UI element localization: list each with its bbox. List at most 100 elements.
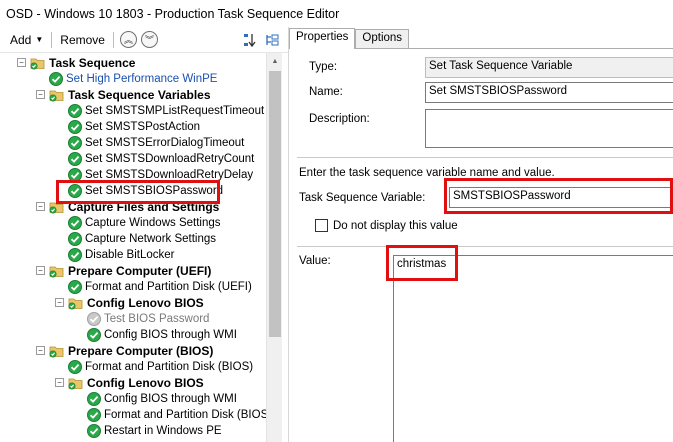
remove-button-label: Remove bbox=[60, 32, 105, 47]
folder-icon bbox=[49, 264, 65, 278]
tree-item-label: Disable BitLocker bbox=[85, 249, 175, 261]
tree-item-label: Format and Partition Disk (BIOS to bbox=[104, 409, 282, 421]
name-label: Name: bbox=[309, 86, 343, 98]
tree-item-label: Config Lenovo BIOS bbox=[87, 296, 204, 310]
tree-item[interactable]: − Prepare Computer (BIOS) bbox=[36, 343, 214, 359]
selected-item-highlight bbox=[56, 180, 220, 204]
tree-item[interactable]: Restart in Windows PE bbox=[87, 423, 222, 439]
tree-item-label: Set SMSTSDownloadRetryCount bbox=[85, 153, 255, 165]
chevron-down-icon: ▼ bbox=[35, 35, 44, 44]
value-field-highlight bbox=[386, 245, 458, 281]
tree-item[interactable]: Capture Windows Settings bbox=[68, 215, 221, 231]
task-sequence-tree[interactable]: − Task Sequence Set High Performance WinPE… bbox=[0, 53, 282, 442]
tree-item[interactable]: Set SMSTSPostAction bbox=[68, 119, 200, 135]
collapse-icon[interactable]: − bbox=[36, 202, 45, 211]
check-icon bbox=[68, 136, 82, 150]
tree-item-label: Task Sequence bbox=[49, 56, 136, 70]
tab-properties[interactable]: Properties bbox=[289, 28, 356, 49]
check-icon bbox=[87, 424, 101, 438]
tree-item[interactable]: − Prepare Computer (UEFI) bbox=[36, 263, 212, 279]
type-field: Set Task Sequence Variable bbox=[425, 57, 673, 78]
tree-item[interactable]: Config BIOS through WMI bbox=[87, 327, 237, 343]
tree-item-label: Test BIOS Password bbox=[104, 313, 210, 325]
move-down-icon[interactable]: ︾ bbox=[140, 31, 158, 48]
check-disabled-icon bbox=[87, 312, 101, 326]
tree-item-label: Set SMSTSPostAction bbox=[85, 121, 201, 133]
value-input[interactable]: christmas bbox=[393, 255, 673, 442]
check-icon bbox=[68, 248, 82, 262]
tree-item[interactable]: Config BIOS through WMI bbox=[87, 391, 237, 407]
properties-panel: Type: Set Task Sequence Variable Name: S… bbox=[289, 48, 673, 442]
tree-item[interactable]: Disable BitLocker bbox=[68, 247, 174, 263]
check-icon bbox=[68, 120, 82, 134]
sort-icon[interactable] bbox=[242, 32, 258, 48]
toolbar-divider bbox=[51, 31, 53, 48]
tree-item[interactable]: Test BIOS Password bbox=[87, 311, 209, 327]
window-title-bar: OSD - Windows 10 1803 - Production Task … bbox=[0, 0, 673, 27]
tree-item[interactable]: Format and Partition Disk (BIOS to bbox=[87, 407, 281, 423]
scroll-up-icon[interactable]: ▲ bbox=[267, 53, 283, 69]
tree-item-label: Task Sequence Variables bbox=[68, 88, 211, 102]
properties-pane: Properties Options Type: Set Task Sequen… bbox=[288, 27, 673, 442]
tree-item-label: Prepare Computer (UEFI) bbox=[68, 264, 212, 278]
check-icon bbox=[68, 152, 82, 166]
check-icon bbox=[68, 216, 82, 230]
tree-item[interactable]: − Task Sequence Variables bbox=[36, 87, 211, 103]
tree-item-label: Set SMSTSMPListRequestTimeout bbox=[85, 105, 265, 117]
tree-item[interactable]: − Config Lenovo BIOS bbox=[55, 295, 204, 311]
tree-item[interactable]: Format and Partition Disk (BIOS) bbox=[68, 359, 253, 375]
tree-item[interactable]: − Task Sequence bbox=[17, 55, 136, 71]
tree-item[interactable]: Set SMSTSMPListRequestTimeout bbox=[68, 103, 264, 119]
hide-value-label: Do not display this value bbox=[333, 220, 458, 232]
check-icon bbox=[68, 360, 82, 374]
remove-button[interactable]: Remove bbox=[58, 31, 107, 49]
tree-item[interactable]: Set SMSTSDownloadRetryCount bbox=[68, 151, 254, 167]
value-label: Value: bbox=[299, 255, 331, 267]
collapse-icon[interactable]: − bbox=[17, 58, 26, 67]
tree-item-label: Capture Windows Settings bbox=[85, 217, 221, 229]
tree-item[interactable]: Capture Network Settings bbox=[68, 231, 216, 247]
tab-options[interactable]: Options bbox=[355, 29, 410, 48]
toolbar-divider bbox=[112, 31, 114, 48]
add-button[interactable]: Add ▼ bbox=[8, 31, 45, 49]
collapse-icon[interactable]: − bbox=[36, 90, 45, 99]
check-icon bbox=[68, 280, 82, 294]
tree-item-label: Format and Partition Disk (UEFI) bbox=[85, 281, 252, 293]
tree-item-label: Format and Partition Disk (BIOS) bbox=[85, 361, 254, 373]
tree-item[interactable]: Set SMSTSErrorDialogTimeout bbox=[68, 135, 244, 151]
check-icon bbox=[87, 408, 101, 422]
tab-strip: Properties Options bbox=[289, 28, 410, 49]
folder-icon bbox=[30, 56, 46, 70]
description-label: Description: bbox=[309, 113, 370, 125]
description-input[interactable] bbox=[425, 109, 673, 148]
tree-item[interactable]: Format and Partition Disk (UEFI) bbox=[68, 279, 252, 295]
folder-icon bbox=[49, 344, 65, 358]
scrollbar-thumb[interactable] bbox=[269, 71, 281, 337]
tree-item[interactable]: − Config Lenovo BIOS bbox=[55, 375, 204, 391]
tree-item[interactable]: Set High Performance WinPE bbox=[49, 71, 217, 87]
type-label: Type: bbox=[309, 61, 338, 73]
tree-item-label: Set High Performance WinPE bbox=[66, 73, 218, 85]
move-up-icon[interactable]: ︽ bbox=[119, 31, 137, 48]
collapse-icon[interactable]: − bbox=[55, 298, 64, 307]
hide-value-checkbox[interactable] bbox=[315, 219, 328, 232]
tree-item-label: Prepare Computer (BIOS) bbox=[68, 344, 214, 358]
variable-label: Task Sequence Variable: bbox=[299, 192, 426, 204]
tree-item-label: Set SMSTSErrorDialogTimeout bbox=[85, 137, 245, 149]
tree-item-label: Config Lenovo BIOS bbox=[87, 376, 204, 390]
section-divider bbox=[297, 246, 673, 247]
tree-item-label: Config BIOS through WMI bbox=[104, 329, 237, 341]
tree-item-label: Config BIOS through WMI bbox=[104, 393, 237, 405]
add-button-label: Add bbox=[10, 32, 32, 47]
expand-collapse-icon[interactable] bbox=[264, 32, 280, 48]
folder-icon bbox=[49, 88, 65, 102]
name-input[interactable]: Set SMSTSBIOSPassword bbox=[425, 82, 673, 103]
check-icon bbox=[87, 392, 101, 406]
tree-item-label: Restart in Windows PE bbox=[104, 425, 222, 437]
check-icon bbox=[49, 72, 63, 86]
tree-item-label: Capture Network Settings bbox=[85, 233, 217, 245]
collapse-icon[interactable]: − bbox=[55, 378, 64, 387]
collapse-icon[interactable]: − bbox=[36, 346, 45, 355]
tree-scrollbar[interactable]: ▲ bbox=[266, 53, 282, 442]
collapse-icon[interactable]: − bbox=[36, 266, 45, 275]
